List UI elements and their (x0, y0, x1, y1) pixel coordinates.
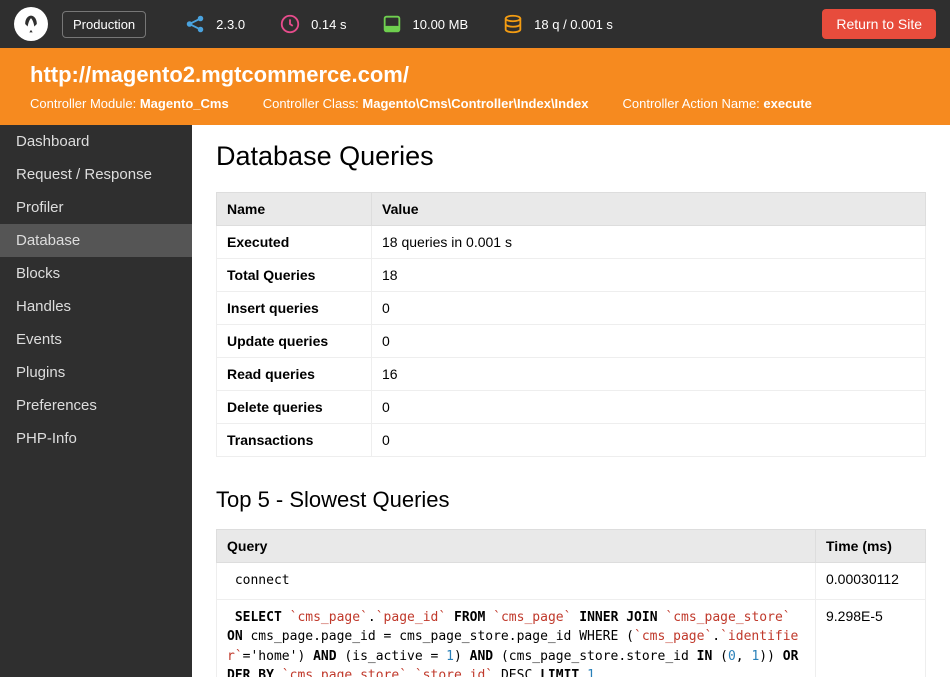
logo[interactable] (14, 7, 48, 41)
stat-value: 0 (372, 424, 926, 457)
version-text: 2.3.0 (216, 17, 245, 32)
stat-time: 0.14 s (279, 13, 346, 35)
sidebar-item-profiler[interactable]: Profiler (0, 191, 192, 224)
table-row: Total Queries18 (217, 259, 926, 292)
col-query: Query (217, 530, 816, 563)
stat-version: 2.3.0 (184, 13, 245, 35)
stat-name: Insert queries (217, 292, 372, 325)
table-row: Transactions0 (217, 424, 926, 457)
rocket-icon (21, 14, 41, 34)
stat-value: 0 (372, 391, 926, 424)
query-cell: connect (217, 563, 816, 600)
clock-icon (279, 13, 301, 35)
slow-title: Top 5 - Slowest Queries (216, 487, 926, 513)
sidebar-item-preferences[interactable]: Preferences (0, 389, 192, 422)
time-text: 0.14 s (311, 17, 346, 32)
request-header: http://magento2.mgtcommerce.com/ Control… (0, 48, 950, 125)
memory-text: 10.00 MB (413, 17, 469, 32)
topbar: Production 2.3.0 0.14 s 10.00 MB 18 q / … (0, 0, 950, 48)
table-row: Insert queries0 (217, 292, 926, 325)
sidebar: DashboardRequest / ResponseProfilerDatab… (0, 125, 192, 677)
stat-name: Transactions (217, 424, 372, 457)
controller-action: Controller Action Name: execute (623, 96, 812, 111)
table-row: Read queries16 (217, 358, 926, 391)
table-row: Update queries0 (217, 325, 926, 358)
stat-queries: 18 q / 0.001 s (502, 13, 613, 35)
controller-module: Controller Module: Magento_Cms (30, 96, 229, 111)
time-cell: 9.298E-5 (816, 599, 926, 677)
stat-value: 18 queries in 0.001 s (372, 226, 926, 259)
stat-name: Delete queries (217, 391, 372, 424)
stat-name: Total Queries (217, 259, 372, 292)
stat-name: Update queries (217, 325, 372, 358)
sidebar-item-request-response[interactable]: Request / Response (0, 158, 192, 191)
sidebar-item-plugins[interactable]: Plugins (0, 356, 192, 389)
sidebar-item-blocks[interactable]: Blocks (0, 257, 192, 290)
sidebar-item-database[interactable]: Database (0, 224, 192, 257)
main-content: Database Queries Name Value Executed18 q… (192, 125, 950, 677)
query-cell: SELECT `cms_page`.`page_id` FROM `cms_pa… (217, 599, 816, 677)
request-url: http://magento2.mgtcommerce.com/ (30, 62, 920, 88)
return-button[interactable]: Return to Site (822, 9, 936, 39)
stat-name: Executed (217, 226, 372, 259)
stat-value: 18 (372, 259, 926, 292)
production-button[interactable]: Production (62, 11, 146, 38)
sidebar-item-events[interactable]: Events (0, 323, 192, 356)
col-name: Name (217, 193, 372, 226)
sidebar-item-php-info[interactable]: PHP-Info (0, 422, 192, 455)
database-icon (502, 13, 524, 35)
table-row: SELECT `cms_page`.`page_id` FROM `cms_pa… (217, 599, 926, 677)
col-value: Value (372, 193, 926, 226)
queries-text: 18 q / 0.001 s (534, 17, 613, 32)
memory-icon (381, 13, 403, 35)
stat-value: 0 (372, 325, 926, 358)
stat-value: 0 (372, 292, 926, 325)
stats-table: Name Value Executed18 queries in 0.001 s… (216, 192, 926, 457)
sidebar-item-dashboard[interactable]: Dashboard (0, 125, 192, 158)
table-row: connect0.00030112 (217, 563, 926, 600)
stat-value: 16 (372, 358, 926, 391)
table-row: Executed18 queries in 0.001 s (217, 226, 926, 259)
slow-queries-table: Query Time (ms) connect0.00030112 SELECT… (216, 529, 926, 677)
table-row: Delete queries0 (217, 391, 926, 424)
page-title: Database Queries (216, 141, 926, 172)
stat-name: Read queries (217, 358, 372, 391)
controller-class: Controller Class: Magento\Cms\Controller… (263, 96, 589, 111)
sidebar-item-handles[interactable]: Handles (0, 290, 192, 323)
time-cell: 0.00030112 (816, 563, 926, 600)
stat-memory: 10.00 MB (381, 13, 469, 35)
col-time: Time (ms) (816, 530, 926, 563)
share-icon (184, 13, 206, 35)
